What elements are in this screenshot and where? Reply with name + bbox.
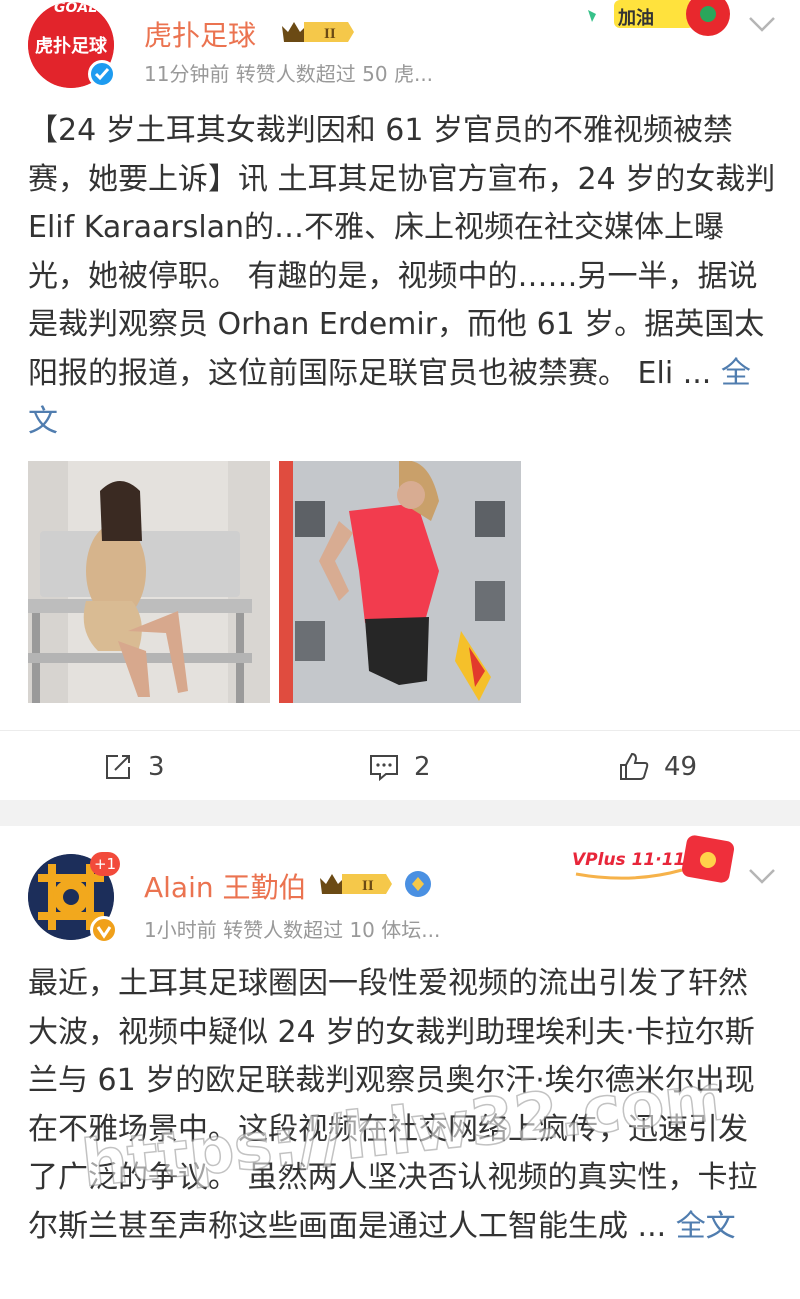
level-badge: II [280,18,356,46]
chevron-down-icon[interactable] [746,14,778,34]
post-card-2: +1 Alain 王勤伯 II 1小时前 转赞人数超过 10 体坛... VPl… [0,826,800,1299]
author-name[interactable]: 虎扑足球 [144,14,256,54]
level-badge-text: II [324,26,336,42]
avatar-plus-badge: +1 [90,852,120,876]
post-meta: 11分钟前 转赞人数超过 50 虎... [144,62,434,86]
author-name[interactable]: Alain 王勤伯 [144,866,307,906]
repost-button[interactable]: 3 [102,747,165,787]
post-actions-bar: 3 2 49 [0,730,800,800]
cheer-sticker: 加油 [578,0,738,38]
full-text-link[interactable]: 全文 [676,1209,736,1244]
level-badge-text: II [362,878,374,894]
post-text-content: 【24 岁土耳其女裁判因和 61 岁官员的不雅视频被禁赛，她要上诉】讯 土耳其足… [28,113,776,391]
verified-icon [90,916,118,944]
vplus-badge: VPlus 11·11 [572,834,742,890]
post-text: 【24 岁土耳其女裁判因和 61 岁官员的不雅视频被禁赛，她要上诉】讯 土耳其足… [28,107,776,447]
verified-icon [88,60,116,88]
avatar-brand-text: 虎扑足球 [35,36,107,57]
repost-count: 3 [148,752,165,782]
avatar-goal-text: GOAL! [54,2,104,16]
comment-button[interactable]: 2 [368,747,431,787]
like-count: 49 [664,752,698,782]
post-text-content: 最近，土耳其足球圈因一段性爱视频的流出引发了轩然大波，视频中疑似 24 岁的女裁… [28,966,758,1244]
thumbs-up-icon [620,752,649,780]
post-card-1: GOAL! 虎扑足球 虎扑足球 II 11分钟前 转赞人数超过 50 虎... … [0,0,800,800]
like-button[interactable]: 49 [618,747,697,787]
post-text: 最近，土耳其足球圈因一段性爱视频的流出引发了轩然大波，视频中疑似 24 岁的女裁… [28,960,776,1299]
org-verified-icon [404,870,432,898]
comment-count: 2 [414,752,431,782]
post-meta: 1小时前 转赞人数超过 10 体坛... [144,918,441,942]
repost-icon [106,755,130,779]
chevron-down-icon[interactable] [746,866,778,886]
comment-icon [370,755,398,782]
vplus-text: VPlus 11·11 [572,850,686,870]
sticker-text: 加油 [618,8,654,29]
level-badge: II [318,870,394,898]
post-image-1[interactable] [28,461,270,703]
post-image-2[interactable] [279,461,521,703]
